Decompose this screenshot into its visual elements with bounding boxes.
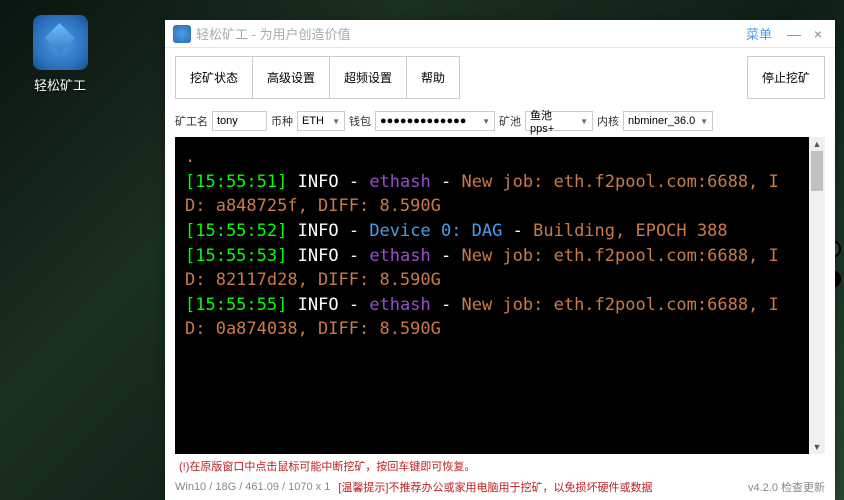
tab-advanced-settings[interactable]: 高级设置 [252, 56, 330, 99]
tab-help[interactable]: 帮助 [406, 56, 460, 99]
tab-overclock-settings[interactable]: 超频设置 [329, 56, 407, 99]
desktop-shortcut[interactable]: 轻松矿工 [15, 15, 105, 94]
statusbar: Win10 / 18G / 461.09 / 1070 x 1 [温馨提示]不推… [165, 476, 835, 500]
kernel-label: 内核 [597, 113, 619, 129]
coin-value: ETH [302, 115, 324, 127]
pool-select[interactable]: 鱼池pps+▼ [525, 111, 593, 131]
menu-button[interactable]: 菜单 [746, 24, 772, 43]
miner-name-input[interactable] [212, 111, 267, 131]
coin-select[interactable]: ETH ▼ [297, 111, 345, 131]
pool-value: 鱼池pps+ [530, 107, 576, 135]
version-check-update[interactable]: v4.2.0 检查更新 [748, 479, 825, 495]
kernel-select[interactable]: nbminer_36.0 ▼ [623, 111, 713, 131]
stop-mining-button[interactable]: 停止挖矿 [747, 56, 825, 99]
main-window: 轻松矿工 - 为用户创造价值 菜单 — × 挖矿状态 高级设置 超频设置 帮助 … [165, 20, 835, 500]
status-tip: [温馨提示]不推荐办公或家用电脑用于挖矿，以免损坏硬件或数据 [338, 479, 652, 495]
titlebar: 轻松矿工 - 为用户创造价值 菜单 — × [165, 20, 835, 48]
chevron-down-icon: ▼ [482, 117, 490, 126]
chevron-down-icon: ▼ [700, 117, 708, 126]
miner-name-label: 矿工名 [175, 113, 208, 129]
window-title: 轻松矿工 - 为用户创造价值 [196, 24, 746, 43]
chevron-down-icon: ▼ [332, 117, 340, 126]
inline-warning: (!)在原版窗口中点击鼠标可能中断挖矿，按回车键即可恢复。 [165, 456, 835, 476]
scroll-down-arrow[interactable]: ▼ [809, 440, 825, 454]
scroll-thumb[interactable] [811, 151, 823, 191]
terminal-output[interactable]: .[15:55:51] INFO - ethash - New job: eth… [175, 137, 809, 454]
wallet-select[interactable]: ●●●●●●●●●●●●● ▼ [375, 111, 495, 131]
config-row: 矿工名 币种 ETH▼ 钱包 ●●●●●●●●●●●●●▼ 矿池 鱼池pps+▼… [165, 107, 835, 137]
desktop-shortcut-label: 轻松矿工 [15, 75, 105, 94]
system-info: Win10 / 18G / 461.09 / 1070 x 1 [175, 481, 330, 493]
terminal-scrollbar[interactable]: ▲ ▼ [809, 137, 825, 454]
minimize-button[interactable]: — [782, 24, 806, 44]
wallet-value: ●●●●●●●●●●●●● [380, 115, 466, 127]
tab-mining-status[interactable]: 挖矿状态 [175, 56, 253, 99]
close-button[interactable]: × [806, 24, 830, 44]
chevron-down-icon: ▼ [580, 117, 588, 126]
terminal-container: .[15:55:51] INFO - ethash - New job: eth… [175, 137, 825, 454]
tabs-row: 挖矿状态 高级设置 超频设置 帮助 停止挖矿 [165, 48, 835, 107]
kernel-value: nbminer_36.0 [628, 115, 695, 127]
wallet-label: 钱包 [349, 113, 371, 129]
coin-label: 币种 [271, 113, 293, 129]
scroll-up-arrow[interactable]: ▲ [809, 137, 825, 151]
pool-label: 矿池 [499, 113, 521, 129]
app-icon [33, 15, 88, 70]
window-app-icon [173, 25, 191, 43]
